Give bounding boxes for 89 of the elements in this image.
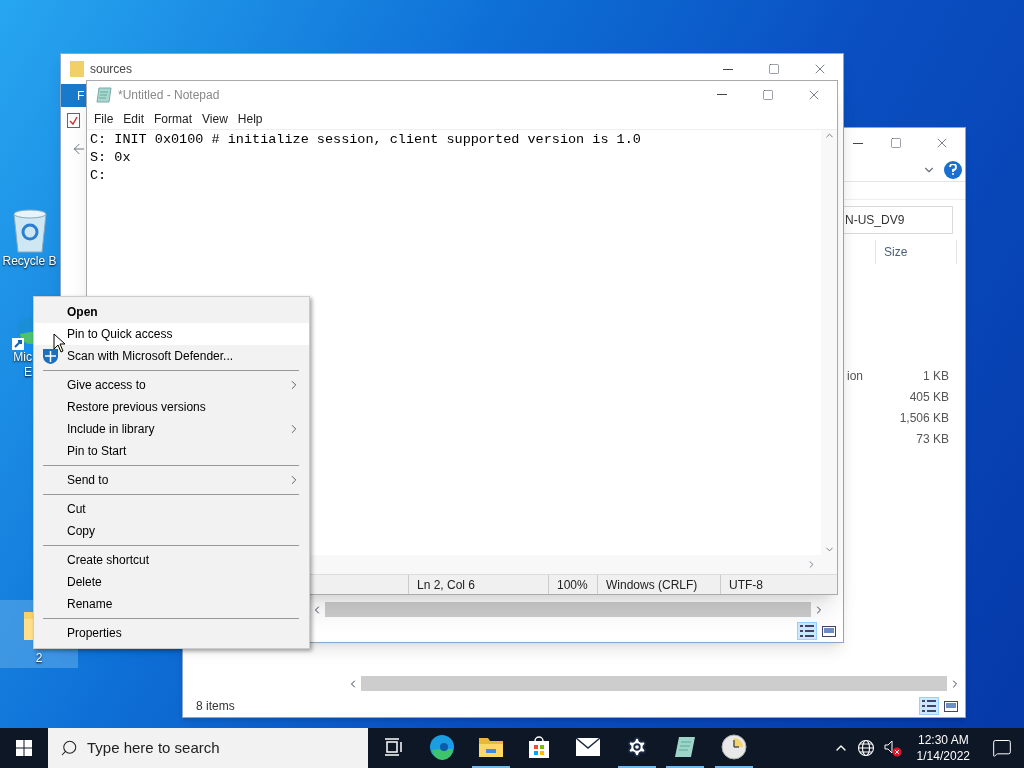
window-title: sources: [90, 61, 133, 78]
help-icon[interactable]: [944, 160, 962, 179]
clock-date: 1/14/2022: [916, 748, 970, 764]
mail-icon: [575, 737, 602, 757]
mouse-cursor-icon: [53, 333, 66, 353]
status-text: Windows (CRLF): [606, 576, 698, 594]
menu-item[interactable]: Format: [149, 109, 198, 128]
status-text: UTF-8: [729, 576, 763, 594]
search-icon: [60, 739, 78, 757]
notifications-icon[interactable]: [992, 738, 1012, 758]
desktop-icon-label: 2: [35, 650, 43, 666]
menu-item[interactable]: Cut: [34, 498, 309, 520]
folder-icon: [70, 61, 84, 77]
menu-item-label: Properties: [67, 625, 122, 642]
menu-item-label: Pin to Quick access: [67, 326, 173, 343]
menu-item-label: Create shortcut: [67, 552, 150, 569]
menu-item-label: Restore previous versions: [67, 399, 206, 416]
file-tab[interactable]: F: [61, 84, 87, 107]
task-view-icon: [383, 738, 404, 756]
table-cell: ion: [847, 368, 863, 383]
status-text: 8 items: [196, 698, 235, 715]
clock-time: 12:30 AM: [917, 732, 969, 748]
notepad-icon: [673, 735, 698, 759]
table-cell: 1,506 KB: [899, 410, 949, 425]
menu-item-label: Delete: [67, 574, 102, 591]
menu-item[interactable]: Create shortcut: [34, 549, 309, 571]
text-line: S: 0x: [90, 149, 132, 167]
menu-item[interactable]: View: [197, 109, 233, 128]
browser-icon: [429, 734, 456, 760]
menu-item-label: Open: [67, 304, 98, 321]
menu-item-label: Include in library: [67, 421, 155, 438]
menu-item[interactable]: Rename: [34, 593, 309, 615]
shield-icon: [42, 347, 59, 365]
table-cell: 405 KB: [909, 389, 949, 404]
menu-item[interactable]: Send to: [34, 469, 309, 491]
minimize-icon: [717, 94, 727, 95]
menu-item-label: Scan with Microsoft Defender...: [67, 348, 234, 365]
menu-item[interactable]: File: [89, 109, 119, 128]
search-box[interactable]: Type here to search: [48, 728, 368, 768]
details-view-button[interactable]: [919, 697, 939, 715]
clock-icon: [721, 734, 748, 760]
menu-item[interactable]: Properties: [34, 622, 309, 644]
search-placeholder: Type here to search: [87, 737, 220, 758]
minimize-icon: [723, 68, 733, 70]
menu-item-label: Cut: [67, 501, 86, 518]
table-cell: 73 KB: [916, 431, 949, 446]
menu-item[interactable]: Restore previous versions: [34, 396, 309, 418]
text-line: C:: [90, 167, 108, 185]
status-text: 100%: [557, 576, 588, 594]
maximize-icon: [768, 63, 780, 75]
shopping-bag-icon: [527, 735, 552, 759]
status-text: Ln 2, Col 6: [417, 576, 476, 594]
menu-item-label: Rename: [67, 596, 113, 613]
menu-item[interactable]: Pin to Start: [34, 440, 309, 462]
menu-item[interactable]: Open: [34, 301, 309, 323]
scrollbar-thumb[interactable]: [361, 676, 947, 691]
scrollbar-thumb[interactable]: [325, 602, 811, 617]
maximize-icon: [890, 137, 902, 149]
menu-item-label: Copy: [67, 523, 95, 540]
desktop-icon-label: Mic: [13, 350, 32, 365]
menu-item[interactable]: Include in library: [34, 418, 309, 440]
minimize-icon: [853, 142, 863, 144]
globe-icon[interactable]: [856, 739, 875, 757]
menu-item[interactable]: Edit: [118, 109, 150, 128]
notepad-icon: [96, 86, 112, 103]
text-line: C: INIT 0x0100 # initialize session, client supported version is 1.0: [90, 131, 642, 149]
settings-icon: [625, 736, 648, 758]
menu-item[interactable]: Delete: [34, 571, 309, 593]
menu-item-label: Send to: [67, 472, 109, 489]
menu-item[interactable]: Give access to: [34, 374, 309, 396]
menu-item[interactable]: Copy: [34, 520, 309, 542]
column-header[interactable]: Size: [875, 240, 957, 264]
window-title: *Untitled - Notepad: [118, 86, 220, 104]
maximize-icon: [762, 88, 774, 101]
desktop-icon-label: E: [24, 365, 32, 380]
menu-item-label: Give access to: [67, 377, 146, 394]
menu-item[interactable]: Scan with Microsoft Defender...: [34, 345, 309, 367]
menu-item[interactable]: Pin to Quick access: [34, 323, 309, 345]
vertical-scrollbar[interactable]: [821, 130, 837, 555]
back-arrow-icon[interactable]: [71, 141, 87, 157]
checklist-icon[interactable]: [67, 112, 80, 128]
menu-item-label: Pin to Start: [67, 443, 127, 460]
table-cell: 1 KB: [923, 368, 949, 383]
windows-logo-icon: [16, 740, 32, 756]
details-view-button[interactable]: [797, 622, 817, 640]
muted-speaker-icon[interactable]: [882, 739, 903, 757]
folder-icon: [477, 736, 504, 758]
menu-item[interactable]: Help: [232, 109, 268, 128]
desktop-icon-label: Recycle B: [2, 254, 57, 269]
